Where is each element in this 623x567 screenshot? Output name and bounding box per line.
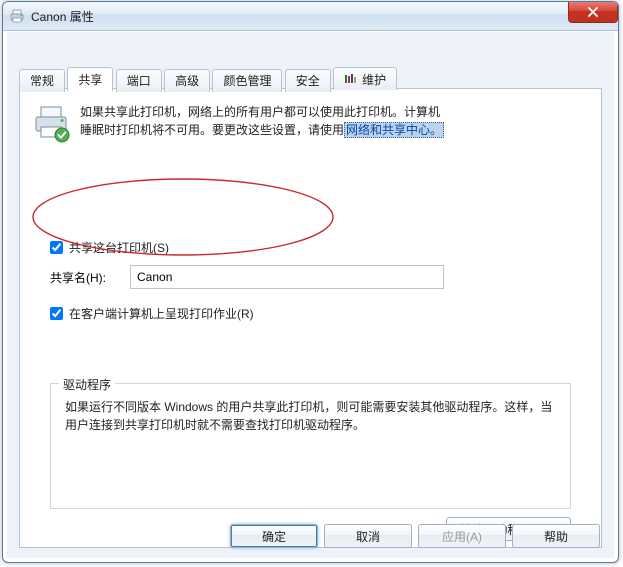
tab-strip: 常规 共享 端口 高级 颜色管理 安全 维护	[19, 66, 602, 88]
drivers-description: 如果运行不同版本 Windows 的用户共享此打印机，则可能需要安装其他驱动程序…	[65, 398, 556, 434]
close-icon	[587, 7, 599, 17]
titlebar: Canon 属性	[3, 2, 618, 31]
tab-page-sharing: 如果共享此打印机，网络上的所有用户都可以使用此打印机。计算机 睡眠时打印机将不可…	[19, 88, 602, 548]
sharing-intro-text: 如果共享此打印机，网络上的所有用户都可以使用此打印机。计算机 睡眠时打印机将不可…	[80, 103, 444, 146]
maintenance-icon	[344, 73, 358, 85]
cancel-button[interactable]: 取消	[324, 524, 412, 548]
client-area: 常规 共享 端口 高级 颜色管理 安全 维护	[7, 32, 614, 558]
share-name-input[interactable]	[130, 265, 444, 289]
share-name-label: 共享名(H):	[50, 269, 130, 286]
tab-security[interactable]: 安全	[285, 69, 331, 92]
sharing-intro: 如果共享此打印机，网络上的所有用户都可以使用此打印机。计算机 睡眠时打印机将不可…	[32, 103, 589, 146]
window-title: Canon 属性	[31, 8, 94, 25]
share-printer-label: 共享这台打印机(S)	[69, 239, 169, 256]
printer-large-icon	[32, 103, 72, 146]
drivers-groupbox: 驱动程序 如果运行不同版本 Windows 的用户共享此打印机，则可能需要安装其…	[50, 383, 571, 509]
share-printer-checkbox[interactable]	[50, 241, 63, 254]
printer-icon	[9, 8, 25, 24]
render-jobs-label: 在客户端计算机上呈现打印作业(R)	[69, 305, 254, 322]
tab-maintenance[interactable]: 维护	[333, 67, 397, 90]
close-button[interactable]	[568, 2, 618, 23]
render-jobs-checkbox[interactable]	[50, 307, 63, 320]
drivers-legend: 驱动程序	[59, 376, 115, 393]
tab-ports[interactable]: 端口	[116, 69, 162, 92]
tab-general[interactable]: 常规	[19, 69, 65, 92]
ok-button[interactable]: 确定	[230, 524, 318, 548]
tab-advanced[interactable]: 高级	[164, 69, 210, 92]
render-jobs-row: 在客户端计算机上呈现打印作业(R)	[50, 305, 254, 322]
share-printer-row: 共享这台打印机(S)	[50, 239, 169, 256]
share-name-row: 共享名(H):	[50, 265, 444, 289]
help-button[interactable]: 帮助	[512, 524, 600, 548]
tab-sharing[interactable]: 共享	[67, 67, 113, 91]
tab-color-management[interactable]: 颜色管理	[212, 69, 282, 92]
apply-button[interactable]: 应用(A)	[418, 524, 506, 548]
network-sharing-center-link[interactable]: 网络和共享中心。	[344, 122, 444, 138]
dialog-buttons: 确定 取消 应用(A) 帮助	[230, 524, 600, 548]
properties-dialog: Canon 属性 常规 共享 端口 高级 颜色管理 安全	[2, 1, 619, 563]
